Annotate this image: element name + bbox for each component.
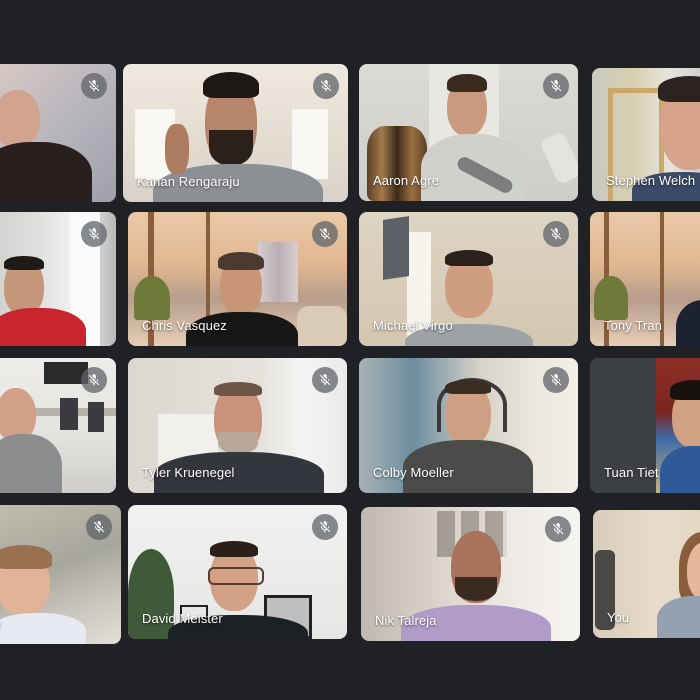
mic-off-icon (88, 228, 100, 240)
plant (134, 276, 170, 320)
hair (4, 256, 44, 270)
chair (88, 402, 104, 432)
hair (447, 74, 487, 92)
window (292, 109, 328, 179)
hair (218, 252, 264, 270)
hair (203, 72, 259, 98)
mute-indicator (86, 514, 112, 540)
mic-off-icon (550, 228, 562, 240)
video-grid: Kanan Rengaraju Aaron Agre Stephen Welch (0, 0, 700, 700)
hair (445, 250, 493, 266)
participant-tile[interactable]: Aaron Agre (359, 64, 578, 201)
participant-name: e (0, 616, 1, 631)
participant-tile[interactable] (0, 64, 116, 202)
participant-body (0, 613, 86, 644)
mute-indicator (545, 516, 571, 542)
participant-name: You (607, 610, 630, 625)
participant-body (0, 308, 86, 346)
mic-off-icon (93, 521, 105, 533)
participant-name: Michael Virgo (373, 318, 453, 333)
hair (445, 380, 491, 394)
participant-name: Tony Tran (604, 318, 662, 333)
participant-tile-self[interactable]: You (593, 510, 700, 638)
mute-indicator (543, 221, 569, 247)
plant (594, 276, 628, 320)
participant-name: Stephen Welch (606, 173, 696, 188)
beard (455, 577, 497, 601)
sofa (297, 306, 347, 346)
participant-name: Kanan Rengaraju (137, 174, 240, 189)
mic-off-icon (320, 80, 332, 92)
mute-indicator (312, 514, 338, 540)
participant-tile[interactable]: David Meister (128, 505, 347, 639)
participant-name: Chris Vasquez (142, 318, 227, 333)
participant-tile[interactable]: e (0, 505, 121, 644)
participant-tile[interactable]: Nik Talreja (361, 507, 580, 641)
hand (165, 124, 189, 174)
participant-tile[interactable] (0, 358, 116, 493)
participant-head (0, 90, 40, 148)
hair (670, 380, 700, 400)
participant-name: Tuan Tiet (604, 465, 659, 480)
participant-tile[interactable] (0, 212, 116, 346)
mute-indicator (81, 221, 107, 247)
mic-off-icon (88, 80, 100, 92)
participant-tile[interactable]: Michael Virgo (359, 212, 578, 346)
mic-off-icon (550, 374, 562, 386)
mute-indicator (312, 221, 338, 247)
hair (210, 541, 258, 557)
hair (658, 76, 700, 102)
mic-off-icon (550, 80, 562, 92)
participant-name: Tyler Kruenegel (142, 465, 235, 480)
mute-indicator (81, 73, 107, 99)
mic-off-icon (319, 521, 331, 533)
mute-indicator (543, 367, 569, 393)
participant-tile[interactable]: Stephen Welch (592, 68, 700, 201)
mute-indicator (312, 367, 338, 393)
participant-tile[interactable]: Tony Tran (590, 212, 700, 346)
participant-name: Colby Moeller (373, 465, 454, 480)
city-skyline (258, 242, 298, 302)
hair (0, 545, 52, 569)
beard (209, 130, 253, 166)
beard (218, 432, 258, 454)
participant-tile[interactable]: Chris Vasquez (128, 212, 347, 346)
mic-off-icon (319, 374, 331, 386)
mute-indicator (313, 73, 339, 99)
participant-body (0, 142, 92, 202)
mute-indicator (543, 73, 569, 99)
glasses (208, 567, 264, 585)
guitars (367, 126, 427, 201)
mic-off-icon (319, 228, 331, 240)
participant-name: Aaron Agre (373, 173, 440, 188)
participant-name: Nik Talreja (375, 613, 437, 628)
participant-tile[interactable]: Tyler Kruenegel (128, 358, 347, 493)
participant-name: David Meister (142, 611, 223, 626)
participant-tile[interactable]: Tuan Tiet (590, 358, 700, 493)
participant-tile[interactable]: Colby Moeller (359, 358, 578, 493)
wall-art (383, 216, 409, 280)
mic-off-icon (88, 374, 100, 386)
hair (214, 382, 262, 396)
participant-tile[interactable]: Kanan Rengaraju (123, 64, 348, 202)
chair (60, 398, 78, 430)
mute-indicator (81, 367, 107, 393)
mic-off-icon (552, 523, 564, 535)
